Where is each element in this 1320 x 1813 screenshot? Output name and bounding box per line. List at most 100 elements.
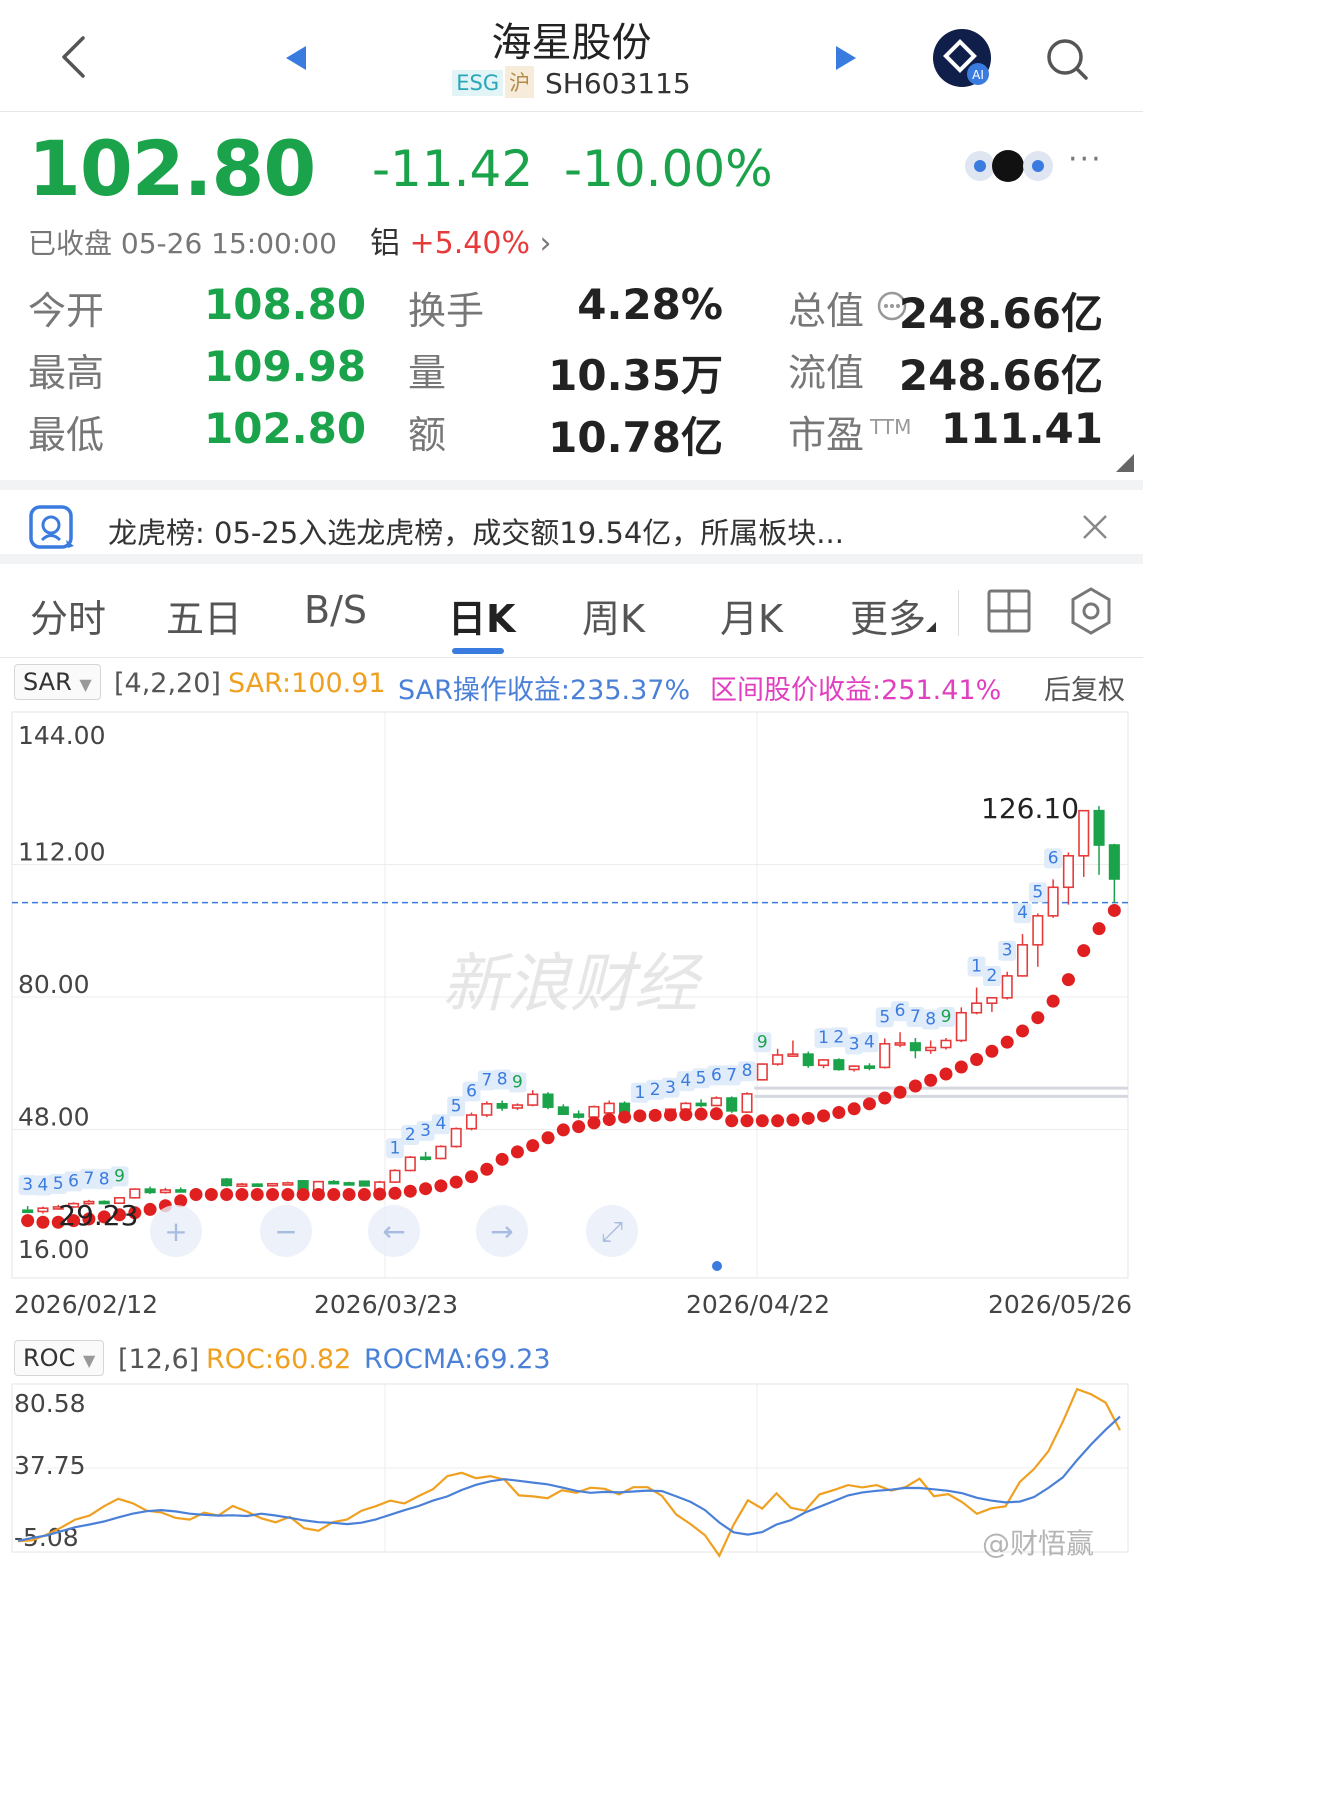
sar-dot	[449, 1175, 463, 1189]
tab-intraday[interactable]: 分时	[30, 588, 106, 643]
chart-nav-button-label: −	[274, 1215, 297, 1248]
sar-dot	[342, 1188, 356, 1202]
candle	[1016, 944, 1029, 977]
td-count: 5	[1032, 882, 1043, 902]
related-sector[interactable]: 铝 +5.40% ›	[370, 218, 552, 262]
candle	[986, 997, 998, 1005]
candle	[542, 1093, 554, 1108]
candle	[175, 1189, 187, 1193]
banner-text: 龙虎榜: 05-25入选龙虎榜，成交额19.54亿，所属板块...	[108, 516, 844, 550]
sar-dot	[618, 1110, 632, 1124]
ai-assistant-icon[interactable]: AI	[930, 26, 996, 92]
chevron-down-icon: ▼	[82, 1351, 96, 1370]
tab-monthly-k[interactable]: 月K	[720, 588, 783, 643]
label-volume: 量	[408, 351, 447, 395]
tab-daily-k[interactable]: 日K	[448, 588, 515, 643]
roc-y-tick-label: 37.75	[14, 1451, 86, 1480]
td-count: 2	[986, 966, 997, 986]
sar-dot	[373, 1187, 387, 1201]
roc-indicator-select[interactable]: ROC ▼	[14, 1340, 105, 1376]
tab-more[interactable]: 更多	[850, 588, 926, 643]
search-icon[interactable]	[1044, 36, 1090, 82]
label-total-value: 总值	[788, 289, 865, 333]
sar-dot	[189, 1188, 203, 1202]
sar-dot	[556, 1123, 570, 1137]
candle	[848, 1065, 860, 1071]
candle	[710, 1097, 722, 1107]
community-avatars-icon[interactable]	[962, 146, 1058, 186]
chevron-down-icon: ▼	[79, 675, 92, 694]
rocma-line	[17, 1415, 1121, 1542]
settings-icon[interactable]	[1068, 586, 1114, 636]
td-count: 7	[726, 1065, 737, 1085]
x-label-1: 2026/03/23	[314, 1290, 459, 1319]
label-open: 今开	[28, 289, 105, 333]
tab-five-day[interactable]: 五日	[166, 588, 242, 643]
td-count: 3	[665, 1078, 676, 1098]
layout-grid-icon[interactable]	[986, 588, 1032, 634]
roc-y-tick-label: 80.58	[14, 1389, 86, 1418]
td-count: 3	[420, 1121, 431, 1141]
roc-params: [12,6]	[118, 1344, 200, 1375]
kline-chart[interactable]: 144.00112.0080.0048.0016.00新浪财经3 4 5 6 7 8 912…	[0, 708, 1143, 1290]
value-volume: 10.35万	[548, 351, 723, 400]
sar-dot	[648, 1108, 662, 1122]
sar-dot	[480, 1162, 494, 1176]
candle	[894, 1042, 906, 1046]
weibo-watermark: @财悟赢	[982, 1527, 1095, 1560]
candle	[925, 1046, 937, 1052]
tab-divider	[958, 590, 959, 636]
sar-dot	[250, 1188, 264, 1202]
value-pe: 111.41	[940, 404, 1103, 453]
stock-code: SH603115	[545, 67, 691, 100]
sar-dot	[755, 1114, 769, 1128]
roc-value: ROC:60.82	[206, 1344, 352, 1375]
more-options-icon[interactable]: ···	[1068, 142, 1103, 177]
candle	[37, 1207, 49, 1213]
next-stock-icon[interactable]	[834, 44, 858, 72]
roc-chart[interactable]: 80.58 37.75 -5.08	[0, 1382, 1143, 1558]
tab-weekly-k[interactable]: 周K	[582, 588, 645, 643]
sar-dot	[893, 1085, 907, 1099]
chart-nav-button-label: +	[164, 1215, 187, 1248]
esg-badge[interactable]: ESG	[452, 70, 504, 96]
candle	[404, 1156, 416, 1172]
sar-dot	[495, 1152, 509, 1166]
tab-bs[interactable]: B/S	[304, 588, 367, 632]
sar-indicator-select[interactable]: SAR ▼	[14, 664, 101, 700]
value-total-value: 248.66亿	[898, 289, 1103, 338]
td-count: 9	[114, 1166, 125, 1186]
more-caret-icon	[926, 622, 936, 632]
sar-dot	[832, 1106, 846, 1120]
td-count: 6	[711, 1065, 722, 1085]
td-count: 4	[1017, 903, 1028, 923]
sar-dot	[725, 1114, 739, 1128]
candle	[358, 1180, 370, 1187]
close-icon[interactable]	[1080, 512, 1110, 542]
candle	[1062, 855, 1074, 889]
label-pe: 市盈 TTM	[788, 413, 912, 457]
sar-value: SAR:100.91	[228, 668, 386, 699]
td-count: 8	[497, 1070, 508, 1090]
td-count: 8	[99, 1169, 110, 1189]
sar-dot	[709, 1107, 723, 1121]
sar-dot	[220, 1188, 234, 1202]
sar-dot	[327, 1188, 341, 1202]
dragon-tiger-banner[interactable]: 龙虎榜: 05-25入选龙虎榜，成交额19.54亿，所属板块...	[0, 480, 1143, 564]
candle	[251, 1183, 263, 1187]
candle	[879, 1042, 891, 1069]
nav-bar: 海星股份 ESG 沪 SH603115 AI	[0, 0, 1143, 112]
td-count: 1	[634, 1083, 645, 1103]
expand-corner-icon[interactable]	[1114, 452, 1136, 474]
td-count: 7	[910, 1007, 921, 1027]
sar-dot	[679, 1108, 693, 1122]
candle	[817, 1059, 830, 1067]
candle	[1108, 844, 1120, 880]
td-count: 9	[757, 1032, 768, 1052]
candle	[144, 1188, 156, 1194]
exchange-badge: 沪	[505, 66, 535, 98]
candle	[129, 1188, 141, 1199]
roc-y-tick-label: -5.08	[14, 1523, 79, 1552]
adjust-mode[interactable]: 后复权	[1044, 668, 1125, 707]
td-count: 4	[864, 1032, 875, 1052]
